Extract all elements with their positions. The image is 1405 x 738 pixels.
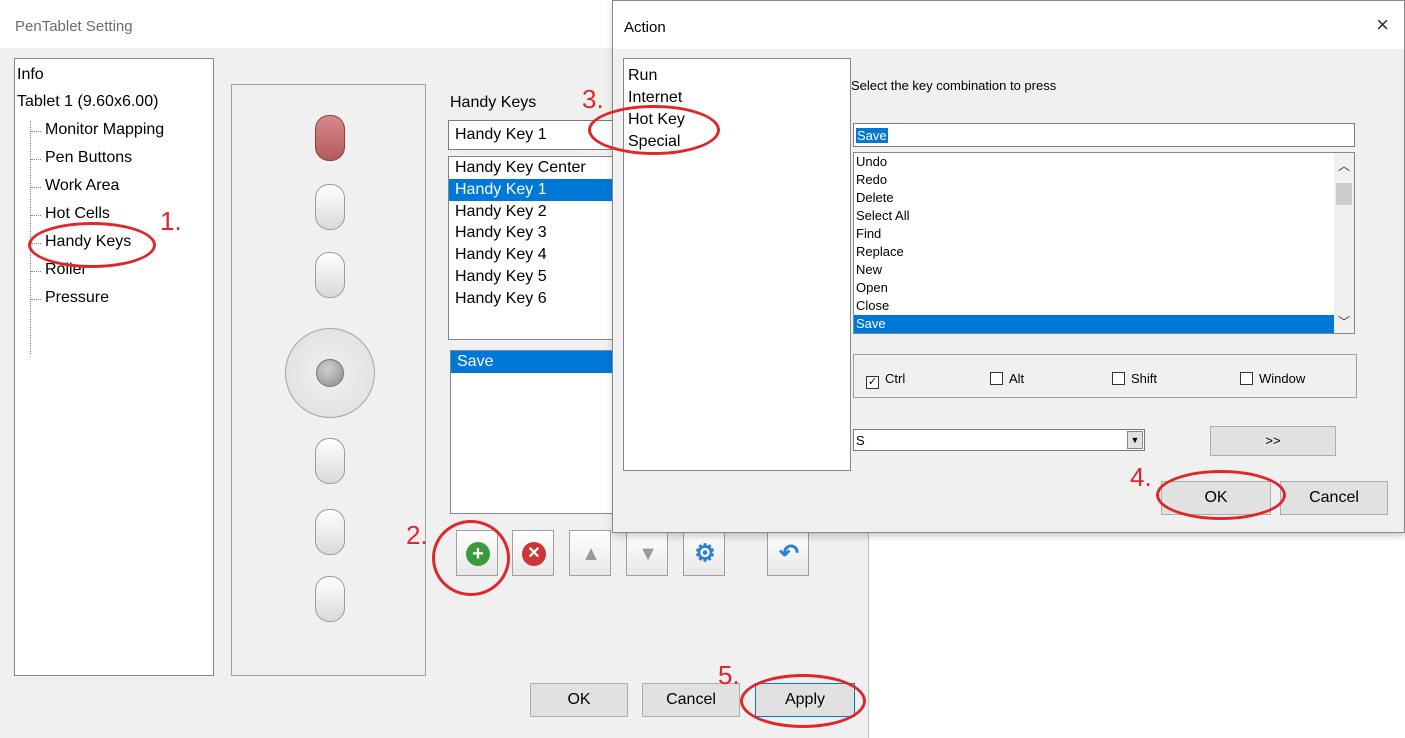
tablet-key-3[interactable]: [315, 252, 345, 298]
list-item[interactable]: Handy Key Center: [449, 157, 629, 179]
tablet-key-4[interactable]: [315, 438, 345, 484]
key-combination-input[interactable]: Save: [853, 123, 1355, 147]
tablet-key-1[interactable]: [315, 115, 345, 161]
tablet-key-center[interactable]: [316, 359, 344, 387]
tablet-key-2[interactable]: [315, 184, 345, 230]
modifier-shift[interactable]: Shift: [1112, 371, 1157, 386]
modifier-window[interactable]: Window: [1240, 371, 1305, 386]
tree-item-hot-cells[interactable]: Hot Cells: [31, 205, 110, 223]
list-item[interactable]: New: [854, 261, 1336, 279]
annotation-step-5: 5.: [718, 660, 740, 690]
hot-key-list[interactable]: Undo Redo Delete Select All Find Replace…: [853, 152, 1355, 334]
checkbox-icon[interactable]: [1112, 372, 1125, 385]
move-up-button[interactable]: ▲: [569, 530, 611, 576]
tablet-roller-dial[interactable]: [285, 328, 375, 418]
undo-button[interactable]: ↶: [767, 530, 809, 576]
action-type-run[interactable]: Run: [624, 65, 850, 87]
tablet-key-6[interactable]: [315, 576, 345, 622]
list-item[interactable]: Handy Key 3: [449, 222, 629, 244]
annotation-ring-5: [740, 674, 866, 728]
tree-item-work-area[interactable]: Work Area: [30, 177, 119, 195]
tablet-diagram: [231, 84, 426, 676]
chevron-down-icon[interactable]: ﹀: [1338, 313, 1350, 330]
checkbox-checked-icon[interactable]: ✓: [866, 376, 879, 389]
ok-button[interactable]: OK: [530, 683, 628, 717]
chevron-up-icon[interactable]: ︿: [1338, 157, 1350, 174]
list-item[interactable]: Handy Key 2: [449, 201, 629, 223]
annotation-step-2: 2.: [406, 520, 428, 550]
list-item[interactable]: Handy Key 1: [449, 178, 629, 201]
list-item[interactable]: Save: [854, 315, 1336, 333]
annotation-step-3: 3.: [582, 84, 604, 114]
list-item[interactable]: Save: [451, 351, 629, 373]
list-item[interactable]: Handy Key 4: [449, 244, 629, 266]
tree-item-pen-buttons[interactable]: Pen Buttons: [30, 149, 132, 167]
move-up-icon: ▲: [581, 543, 601, 565]
key-combination-label: Select the key combination to press: [851, 78, 1057, 93]
annotation-step-1: 1.: [160, 206, 182, 236]
tree-item-tablet[interactable]: Tablet 1 (9.60x6.00): [17, 93, 158, 111]
settings-tree[interactable]: Info Tablet 1 (9.60x6.00) Monitor Mappin…: [14, 58, 214, 676]
close-icon[interactable]: ×: [1376, 12, 1389, 38]
settings-icon: ⚙: [694, 540, 716, 567]
modifier-group: ✓ Ctrl Alt Shift Window: [853, 354, 1357, 398]
handy-keys-label: Handy Keys: [450, 94, 537, 111]
list-item[interactable]: Find: [854, 225, 1336, 243]
key-select[interactable]: S ▼: [853, 429, 1145, 451]
action-settings-button[interactable]: ⚙: [683, 530, 725, 576]
list-item[interactable]: Redo: [854, 171, 1336, 189]
tree-item-pressure[interactable]: Pressure: [30, 289, 109, 307]
chevron-down-icon[interactable]: ▼: [1127, 431, 1143, 449]
annotation-step-4: 4.: [1130, 462, 1152, 492]
move-down-icon: ▼: [638, 543, 658, 565]
tree-item-info[interactable]: Info: [17, 66, 44, 84]
key-value: S: [856, 433, 865, 448]
assigned-action-list[interactable]: Save: [450, 350, 630, 514]
checkbox-icon[interactable]: [1240, 372, 1253, 385]
scrollbar[interactable]: ︿ ﹀: [1334, 153, 1354, 333]
action-dialog: Action × Run Internet Hot Key Special Se…: [612, 0, 1405, 533]
tree-item-monitor-mapping[interactable]: Monitor Mapping: [30, 121, 164, 139]
more-button[interactable]: >>: [1210, 426, 1336, 456]
list-item[interactable]: Close: [854, 297, 1336, 315]
handy-key-list[interactable]: Handy Key Center Handy Key 1 Handy Key 2…: [448, 156, 630, 340]
window-title: PenTablet Setting: [15, 18, 133, 35]
annotation-ring-1: [28, 222, 156, 268]
tablet-key-5[interactable]: [315, 509, 345, 555]
dialog-cancel-button[interactable]: Cancel: [1280, 481, 1388, 515]
annotation-ring-3: [588, 105, 720, 155]
list-item[interactable]: Replace: [854, 243, 1336, 261]
list-item[interactable]: Delete: [854, 189, 1336, 207]
modifier-alt[interactable]: Alt: [990, 371, 1024, 386]
remove-icon: ✕: [522, 542, 546, 566]
annotation-ring-4: [1156, 470, 1286, 520]
modifier-ctrl[interactable]: ✓ Ctrl: [866, 371, 905, 389]
annotation-ring-2: [432, 520, 510, 596]
undo-icon: ↶: [778, 540, 800, 567]
dialog-title: Action: [624, 19, 666, 36]
list-item[interactable]: Undo: [854, 153, 1336, 171]
list-item[interactable]: Select All: [854, 207, 1336, 225]
list-item[interactable]: Handy Key 6: [449, 288, 629, 310]
dialog-title-bar: Action ×: [613, 1, 1404, 49]
scroll-thumb[interactable]: [1336, 183, 1352, 205]
move-down-button[interactable]: ▼: [626, 530, 668, 576]
list-item[interactable]: Handy Key 5: [449, 266, 629, 288]
remove-action-button[interactable]: ✕: [512, 530, 554, 576]
checkbox-icon[interactable]: [990, 372, 1003, 385]
combo-value: Save: [856, 128, 888, 143]
list-item[interactable]: Open: [854, 279, 1336, 297]
